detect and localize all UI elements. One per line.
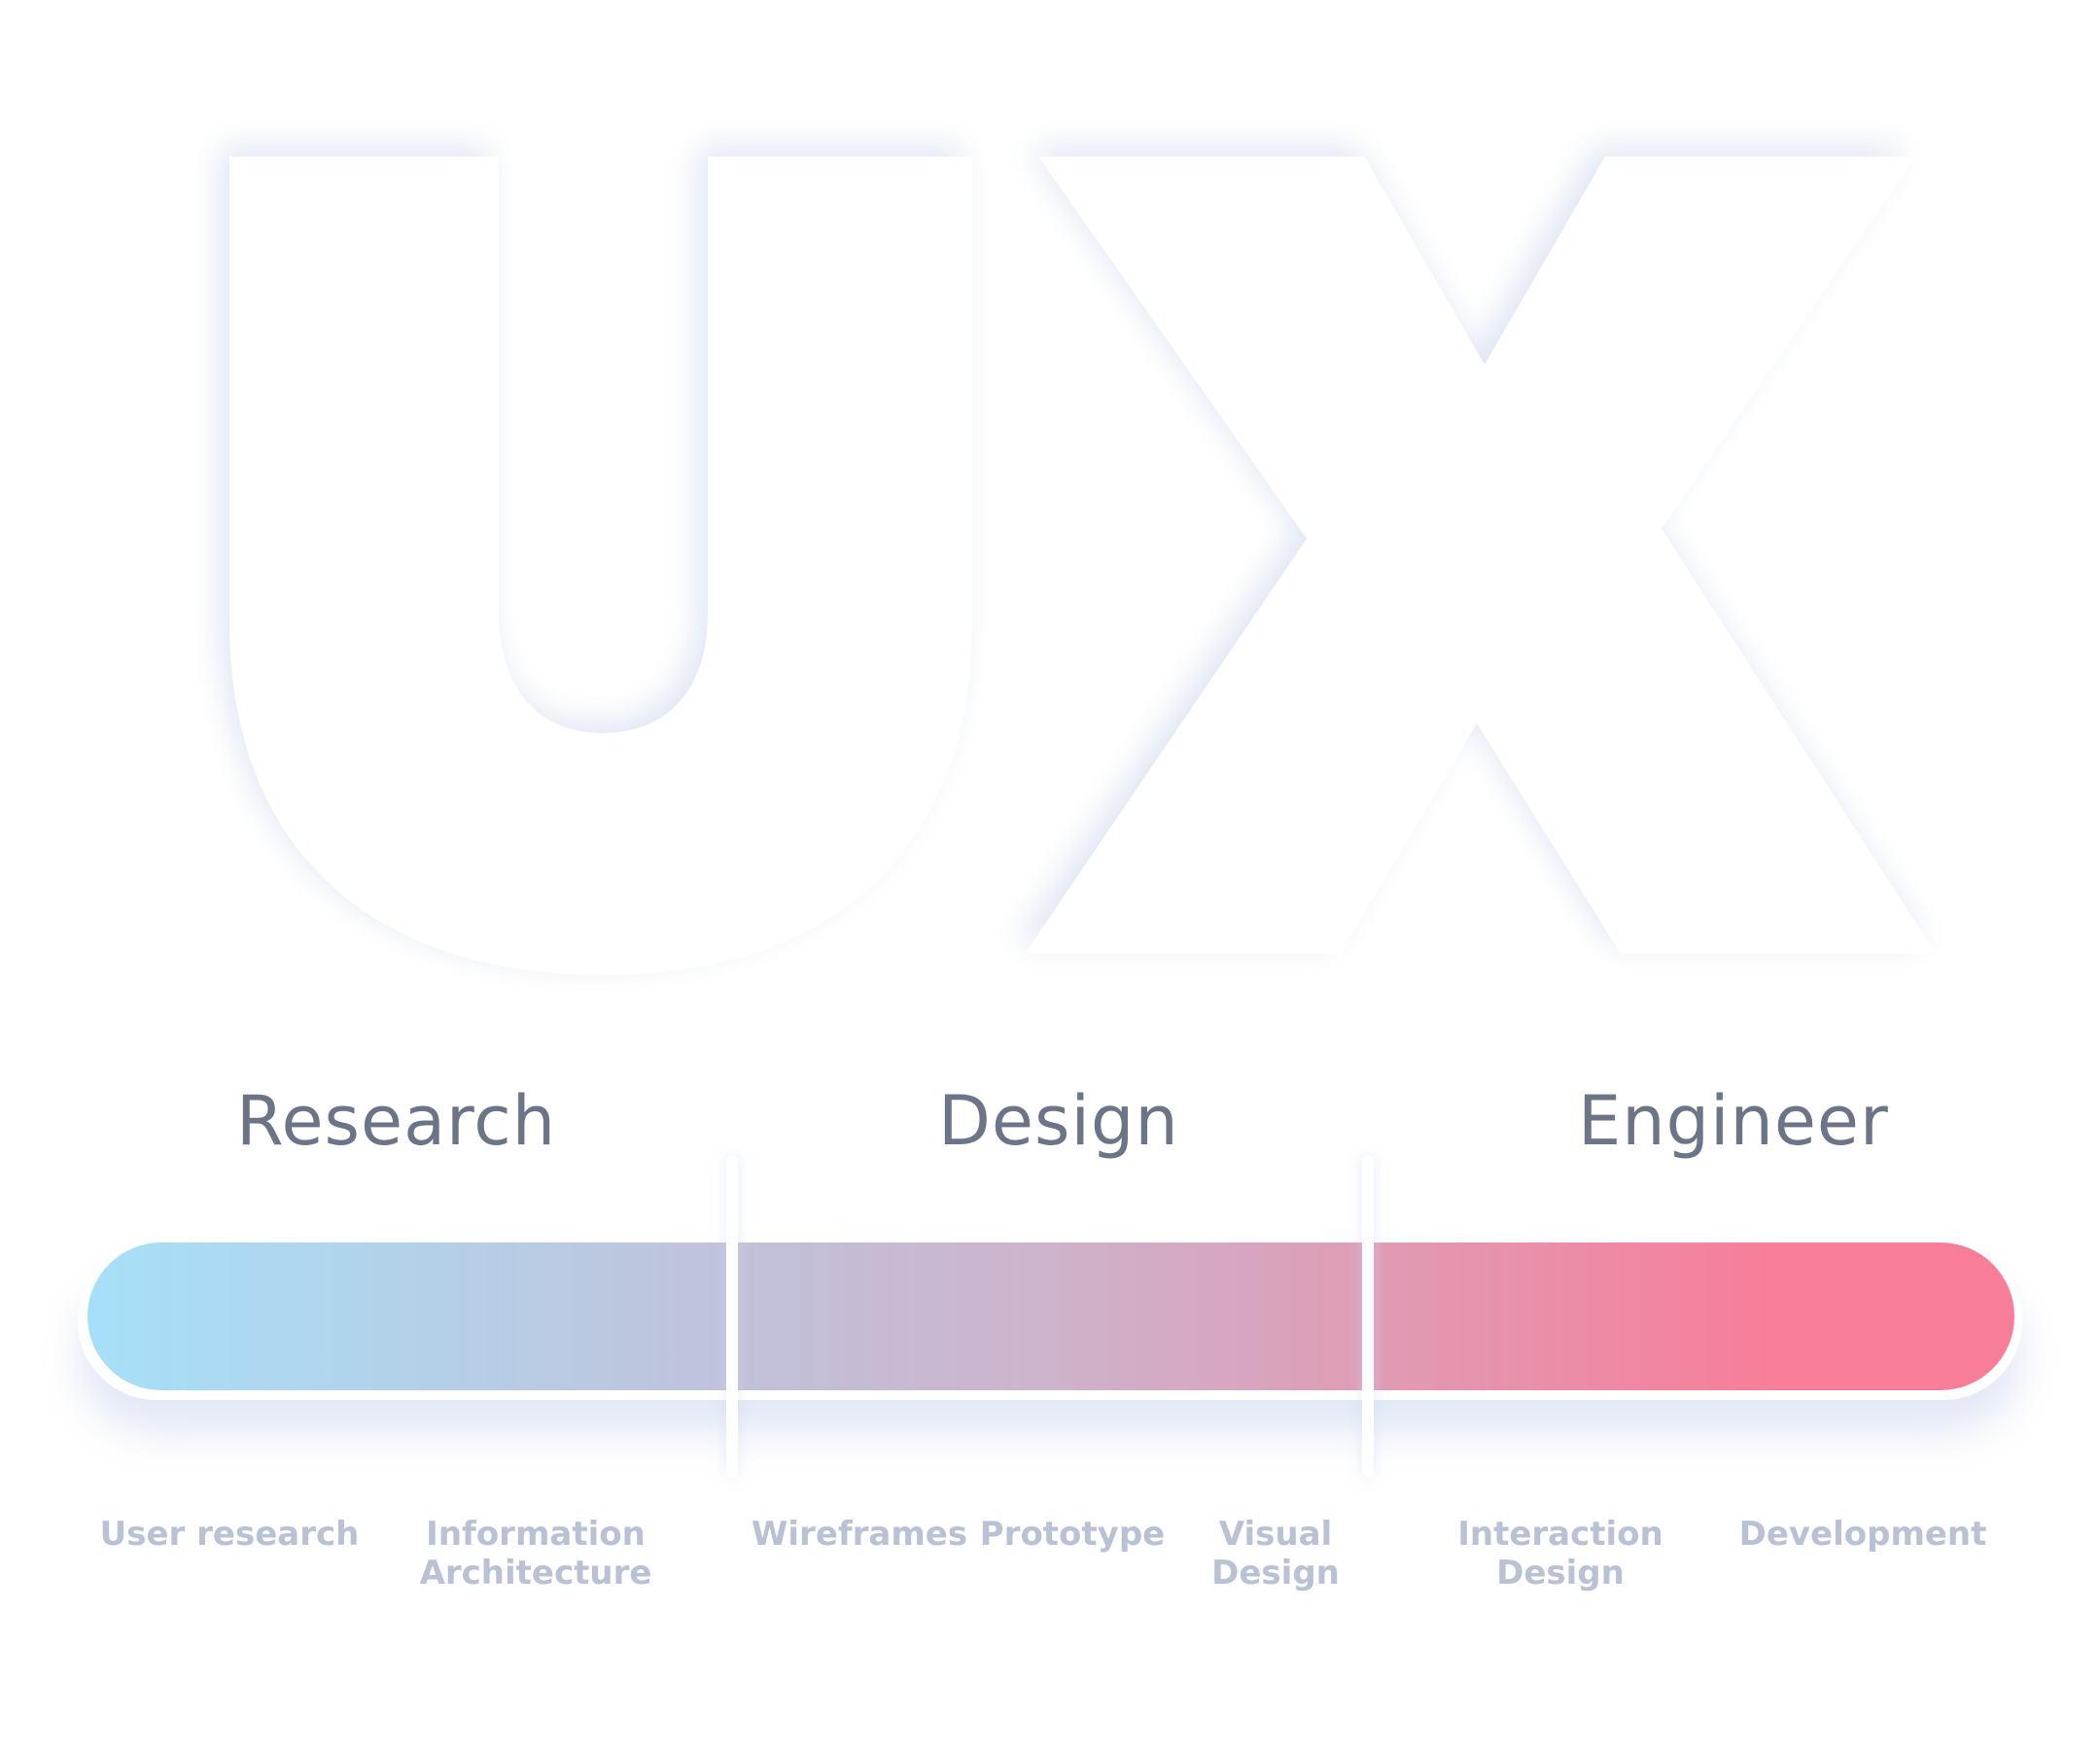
step-label-line1: Wireframes [751,1515,968,1554]
step-information-architecture: Information Architecture [420,1515,652,1592]
step-prototype: Prototype [980,1515,1165,1554]
step-label-line1: User research [99,1515,360,1554]
step-label-line2: Design [1211,1554,1340,1592]
step-development: Development [1739,1515,1987,1554]
step-visual-design: Visual Design [1211,1515,1340,1592]
step-label-line1: Information [426,1515,646,1554]
phase-title-design: Design [938,1081,1179,1161]
step-interaction-design: Interaction Design [1457,1515,1663,1592]
step-label-line1: Visual [1218,1515,1333,1554]
step-label-line2: Architecture [419,1554,652,1592]
step-user-research: User research [100,1515,360,1554]
process-gradient-bar [88,1242,2014,1390]
divider-design-engineer [1362,1155,1374,1478]
step-label-line1: Prototype [979,1515,1166,1554]
step-wireframes: Wireframes [752,1515,967,1554]
step-label-line1: Development [1738,1515,1987,1554]
step-label-line1: Interaction [1457,1515,1663,1554]
ux-hero-letters [229,157,1936,975]
letter-x [1025,157,1936,954]
phase-title-research: Research [236,1081,557,1161]
step-label-line2: Design [1496,1554,1625,1592]
divider-research-design [726,1155,738,1478]
letter-u [229,157,972,975]
phase-title-engineer: Engineer [1578,1081,1889,1161]
